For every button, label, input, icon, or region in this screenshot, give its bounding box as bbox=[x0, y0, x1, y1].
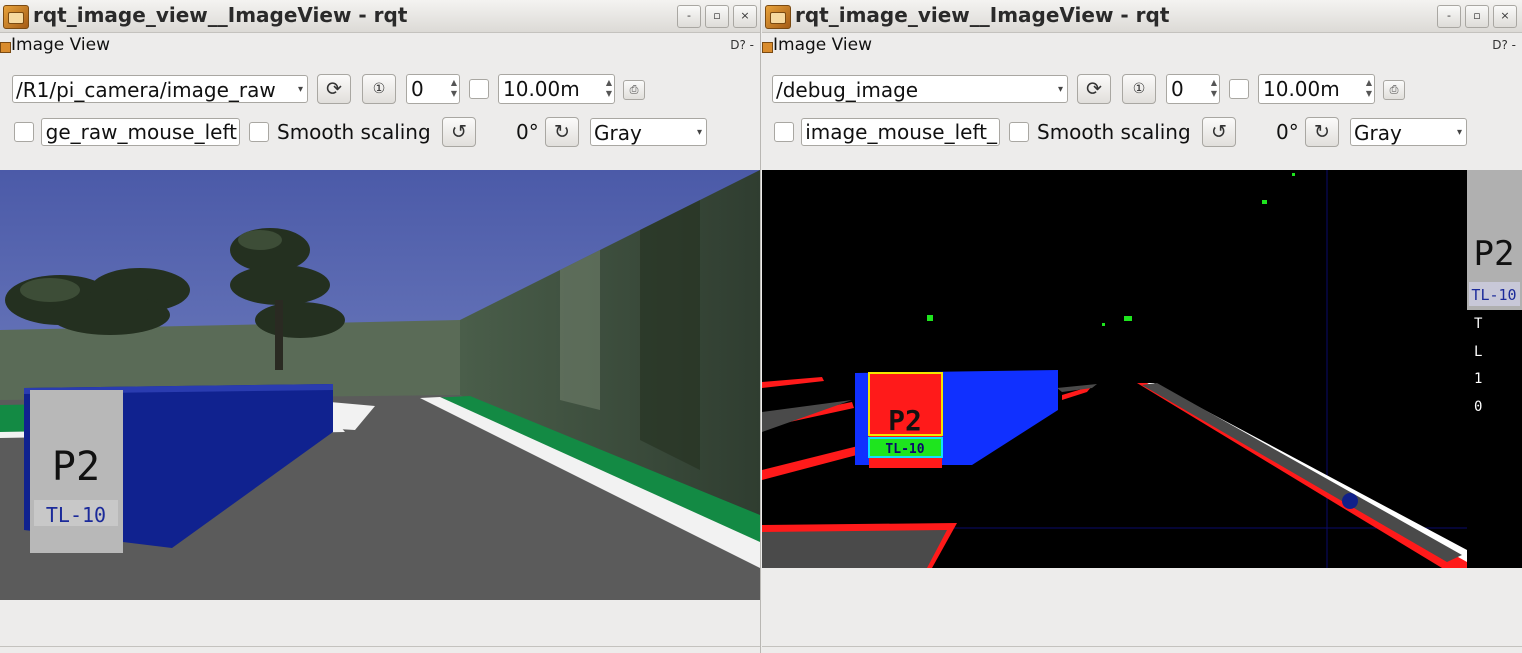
dock-controls[interactable]: D? - bbox=[730, 38, 754, 52]
mouse-topic-field[interactable]: ge_raw_mouse_left bbox=[41, 118, 240, 146]
close-button[interactable]: × bbox=[733, 5, 757, 28]
timeout-spinbox[interactable]: 10.00m ▲ ▼ bbox=[1258, 74, 1375, 104]
app-icon bbox=[3, 5, 29, 29]
plugin-icon bbox=[762, 42, 773, 53]
close-button[interactable]: × bbox=[1493, 5, 1517, 28]
spin-arrows-icon[interactable]: ▲ ▼ bbox=[606, 77, 612, 99]
zoom-spinbox[interactable]: 0 ▲ ▼ bbox=[406, 74, 460, 104]
rotate-right-icon: ↻ bbox=[554, 121, 570, 143]
dock-title-bar: Image View bbox=[0, 33, 760, 55]
color-scheme-combobox[interactable]: Gray ▾ bbox=[590, 118, 707, 146]
crop-sign-text: P2 bbox=[1474, 234, 1515, 274]
color-scheme-value: Gray bbox=[594, 121, 642, 145]
zoom-one-button[interactable]: ① bbox=[362, 74, 396, 104]
crop-plate-text: TL-10 bbox=[1471, 286, 1516, 304]
topic-combobox[interactable]: /debug_image ▾ bbox=[772, 75, 1068, 103]
plate-text: TL-10 bbox=[46, 503, 106, 527]
rotate-left-icon: ↺ bbox=[451, 121, 467, 143]
dock-title: Image View bbox=[773, 35, 872, 55]
rotation-label: 0° bbox=[516, 120, 539, 144]
zoom-1-icon: ① bbox=[372, 81, 386, 97]
maximize-button[interactable]: ▫ bbox=[705, 5, 729, 28]
smooth-scaling-checkbox[interactable] bbox=[1009, 122, 1029, 142]
readout-char: T bbox=[1474, 316, 1483, 332]
title-bar[interactable]: rqt_image_view__ImageView - rqt - ▫ × bbox=[762, 0, 1522, 33]
timeout-checkbox[interactable] bbox=[469, 79, 489, 99]
window-title: rqt_image_view__ImageView - rqt bbox=[33, 3, 408, 27]
zoom-1-icon: ① bbox=[1132, 81, 1146, 97]
chevron-down-icon: ▾ bbox=[1456, 127, 1462, 138]
smooth-scaling-label: Smooth scaling bbox=[277, 120, 431, 144]
zoom-value: 0 bbox=[411, 77, 424, 101]
left-window: rqt_image_view__ImageView - rqt - ▫ × Im… bbox=[0, 0, 761, 653]
status-bar bbox=[0, 646, 760, 653]
spin-arrows-icon[interactable]: ▲ ▼ bbox=[1211, 77, 1217, 99]
timeout-value: 10.00m bbox=[503, 77, 580, 101]
right-window: rqt_image_view__ImageView - rqt - ▫ × Im… bbox=[762, 0, 1522, 653]
rotate-right-button[interactable]: ↻ bbox=[545, 117, 579, 147]
debug-image-view[interactable]: P2 TL-10 P2 TL-10 T L 1 0 bbox=[762, 170, 1522, 568]
topic-value: /debug_image bbox=[776, 78, 919, 102]
rotate-right-button[interactable]: ↻ bbox=[1305, 117, 1339, 147]
status-bar bbox=[762, 646, 1522, 653]
debug-frame: P2 TL-10 P2 TL-10 T L 1 0 bbox=[762, 170, 1522, 568]
topic-combobox[interactable]: /R1/pi_camera/image_raw ▾ bbox=[12, 75, 308, 103]
camera-frame: P2 TL-10 bbox=[0, 170, 760, 600]
color-scheme-combobox[interactable]: Gray ▾ bbox=[1350, 118, 1467, 146]
title-bar[interactable]: rqt_image_view__ImageView - rqt - ▫ × bbox=[0, 0, 760, 33]
save-image-button[interactable]: ⎙ bbox=[1383, 80, 1405, 100]
color-scheme-value: Gray bbox=[1354, 121, 1402, 145]
topic-value: /R1/pi_camera/image_raw bbox=[16, 78, 276, 102]
smooth-scaling-label: Smooth scaling bbox=[1037, 120, 1191, 144]
rotate-left-button[interactable]: ↺ bbox=[442, 117, 476, 147]
rotate-right-icon: ↻ bbox=[1314, 121, 1330, 143]
readout-char: 1 bbox=[1474, 371, 1482, 387]
dock-controls[interactable]: D? - bbox=[1492, 38, 1516, 52]
publish-mouse-checkbox[interactable] bbox=[774, 122, 794, 142]
save-image-button[interactable]: ⎙ bbox=[623, 80, 645, 100]
spin-arrows-icon[interactable]: ▲ ▼ bbox=[451, 77, 457, 99]
app-icon bbox=[765, 5, 791, 29]
chevron-down-icon: ▾ bbox=[297, 84, 303, 95]
zoom-spinbox[interactable]: 0 ▲ ▼ bbox=[1166, 74, 1220, 104]
refresh-icon: ⟳ bbox=[1086, 78, 1102, 100]
minimize-button[interactable]: - bbox=[1437, 5, 1461, 28]
maximize-button[interactable]: ▫ bbox=[1465, 5, 1489, 28]
mouse-topic-field[interactable]: _image_mouse_left bbox=[801, 118, 1000, 146]
dock-title: Image View bbox=[11, 35, 110, 55]
timeout-spinbox[interactable]: 10.00m ▲ ▼ bbox=[498, 74, 615, 104]
smooth-scaling-checkbox[interactable] bbox=[249, 122, 269, 142]
rotate-left-button[interactable]: ↺ bbox=[1202, 117, 1236, 147]
sign-text: P2 bbox=[52, 444, 100, 490]
rotation-label: 0° bbox=[1276, 120, 1299, 144]
plate-text: TL-10 bbox=[885, 442, 924, 457]
spin-arrows-icon[interactable]: ▲ ▼ bbox=[1366, 77, 1372, 99]
chevron-down-icon: ▾ bbox=[696, 127, 702, 138]
dock-title-bar: Image View bbox=[762, 33, 1522, 55]
chevron-down-icon: ▾ bbox=[1057, 84, 1063, 95]
timeout-checkbox[interactable] bbox=[1229, 79, 1249, 99]
refresh-button[interactable]: ⟳ bbox=[317, 74, 351, 104]
sign-text: P2 bbox=[888, 404, 922, 437]
readout-char: 0 bbox=[1474, 399, 1482, 415]
refresh-icon: ⟳ bbox=[326, 78, 342, 100]
zoom-one-button[interactable]: ① bbox=[1122, 74, 1156, 104]
timeout-value: 10.00m bbox=[1263, 77, 1340, 101]
rotate-left-icon: ↺ bbox=[1211, 121, 1227, 143]
save-icon: ⎙ bbox=[629, 83, 639, 96]
camera-image-view[interactable]: P2 TL-10 bbox=[0, 170, 760, 600]
window-title: rqt_image_view__ImageView - rqt bbox=[795, 3, 1170, 27]
refresh-button[interactable]: ⟳ bbox=[1077, 74, 1111, 104]
plugin-icon bbox=[0, 42, 11, 53]
minimize-button[interactable]: - bbox=[677, 5, 701, 28]
readout-char: L bbox=[1474, 344, 1482, 360]
publish-mouse-checkbox[interactable] bbox=[14, 122, 34, 142]
zoom-value: 0 bbox=[1171, 77, 1184, 101]
save-icon: ⎙ bbox=[1389, 83, 1399, 96]
